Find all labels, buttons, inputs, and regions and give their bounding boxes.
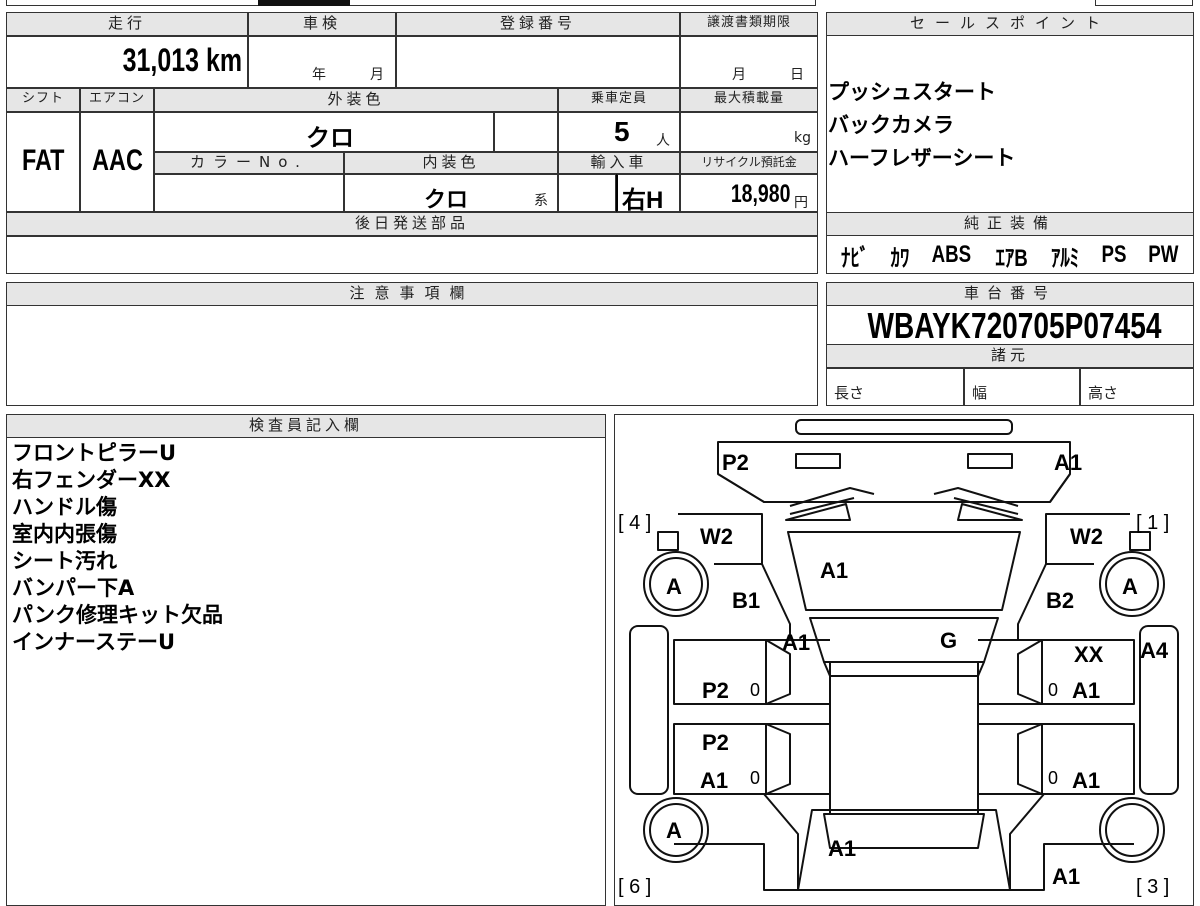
sales-points-list: プッシュスタート バックカメラ ハーフレザーシート <box>828 76 1015 175</box>
inspector-note: バンパー下A <box>12 576 135 600</box>
top-cutoff-strip-right <box>1095 0 1193 6</box>
genuine-equipment-header: 純正装備 <box>826 212 1194 236</box>
damage-mark: A <box>1122 574 1138 599</box>
damage-mark: A1 <box>700 768 729 793</box>
damage-mark: A1 <box>1072 768 1101 793</box>
zero-mark: 0 <box>750 768 761 788</box>
zero-mark: 0 <box>1048 680 1059 700</box>
inspector-notes-list: フロントピラーU 右フェンダーXX ハンドル傷 室内内張傷 シート汚れ バンパー… <box>12 440 223 656</box>
import-type-value: 右H <box>622 187 664 214</box>
sales-point-item: ハーフレザーシート <box>828 146 1016 170</box>
aircon-value: AAC <box>91 144 143 177</box>
shift-header: シフト <box>6 88 80 112</box>
capacity-value: 5 <box>614 116 630 147</box>
equipment-item: PW <box>1148 241 1179 268</box>
inspection-header: 車検 <box>248 12 396 36</box>
equipment-item: PS <box>1101 241 1127 268</box>
diagram-corner-left-rear: [ 6 ] <box>618 876 652 898</box>
damage-mark: G <box>940 628 958 653</box>
equipment-item: ﾅﾋﾞ <box>841 244 870 272</box>
diagram-corner-right-front: [ 1 ] <box>1136 512 1170 534</box>
damage-mark: A1 <box>1052 864 1081 889</box>
deadline-day-unit: 日 <box>790 67 804 83</box>
inspector-note: ハンドル傷 <box>12 495 117 519</box>
mileage-value: 31,013 km <box>122 42 242 78</box>
mileage-header: 走行 <box>6 12 248 36</box>
damage-mark: P2 <box>702 678 729 703</box>
registration-cell <box>396 36 680 88</box>
damage-mark: P2 <box>702 730 729 755</box>
exterior-color-value: クロ <box>306 125 354 152</box>
damage-mark: A1 <box>782 630 811 655</box>
chassis-number: WBAYK720705P07454 <box>867 305 1162 346</box>
damage-mark: W2 <box>1070 524 1103 549</box>
spec-length-label: 長さ <box>834 384 865 402</box>
equipment-item: ｱﾙﾐ <box>1051 244 1080 272</box>
interior-color-header: 内装色 <box>344 152 558 174</box>
inspector-note: パンク修理キット欠品 <box>12 603 224 627</box>
interior-color-value: クロ <box>424 187 469 212</box>
damage-mark: A4 <box>1140 638 1169 663</box>
damage-mark: P2 <box>722 450 749 475</box>
recycle-fee-value: 18,980 <box>730 180 790 208</box>
damage-mark: A1 <box>828 836 857 861</box>
sales-point-item: プッシュスタート <box>828 80 996 104</box>
max-load-unit: kg <box>794 130 811 146</box>
notes-header: 注意事項欄 <box>6 282 818 306</box>
inspector-note: シート汚れ <box>12 549 117 573</box>
top-cutoff-bar <box>258 0 350 6</box>
spec-width-label: 幅 <box>972 384 988 402</box>
import-header: 輸入車 <box>558 152 680 174</box>
diagram-corner-right-rear: [ 3 ] <box>1136 876 1170 898</box>
import-left-cell <box>558 174 616 212</box>
capacity-header: 乗車定員 <box>558 88 680 112</box>
recycle-header: リサイクル預託金 <box>680 152 818 174</box>
inspector-note: フロントピラーU <box>12 441 177 465</box>
equipment-item: ABS <box>931 241 972 268</box>
genuine-equipment-list: ﾅﾋﾞ ｶﾜ ABS ｴｱB ｱﾙﾐ PS PW <box>826 236 1194 274</box>
registration-header: 登録番号 <box>396 12 680 36</box>
equipment-item: ｴｱB <box>995 244 1029 272</box>
recycle-unit: 円 <box>794 195 808 211</box>
specs-header: 諸元 <box>826 344 1194 368</box>
inspection-month-unit: 月 <box>370 67 384 83</box>
sales-points-header: セールスポイント <box>826 12 1194 36</box>
interior-color-suffix: 系 <box>534 193 548 209</box>
diagram-corner-left-front: [ 4 ] <box>618 512 652 534</box>
sales-point-item: バックカメラ <box>828 113 954 137</box>
equipment-item: ｶﾜ <box>890 244 910 272</box>
color-no-header: カラーNo. <box>154 152 344 174</box>
shift-value: FAT <box>21 144 65 177</box>
inspector-note: 右フェンダーXX <box>12 468 171 492</box>
damage-mark: A <box>666 574 682 599</box>
zero-mark: 0 <box>750 680 761 700</box>
zero-mark: 0 <box>1048 768 1059 788</box>
chassis-header: 車台番号 <box>826 282 1194 306</box>
damage-mark: A1 <box>820 558 849 583</box>
inspector-note: 室内内張傷 <box>12 522 117 546</box>
later-parts-area <box>6 236 818 274</box>
color-no-cell <box>154 174 344 212</box>
aircon-header: エアコン <box>80 88 154 112</box>
damage-mark: XX <box>1074 642 1104 667</box>
damage-mark: A1 <box>1054 450 1083 475</box>
damage-mark: A1 <box>1072 678 1101 703</box>
deadline-month-unit: 月 <box>732 67 746 83</box>
damage-mark: B2 <box>1046 588 1075 613</box>
max-load-header: 最大積載量 <box>680 88 818 112</box>
capacity-unit: 人 <box>656 133 670 149</box>
damage-mark: A <box>666 818 682 843</box>
transfer-deadline-header: 譲渡書類期限 <box>680 12 818 36</box>
top-cutoff-strip <box>6 0 816 6</box>
car-outline-diagram <box>629 419 1179 891</box>
later-parts-header: 後日発送部品 <box>6 212 818 236</box>
inspector-note: インナーステーU <box>12 630 176 654</box>
inspection-year-unit: 年 <box>312 67 326 83</box>
exterior-color-extra-cell <box>494 112 558 152</box>
exterior-color-header: 外装色 <box>154 88 558 112</box>
damage-mark: B1 <box>732 588 761 613</box>
spec-height-label: 高さ <box>1088 384 1119 402</box>
inspector-header: 検査員記入欄 <box>6 414 606 438</box>
damage-mark: W2 <box>700 524 733 549</box>
